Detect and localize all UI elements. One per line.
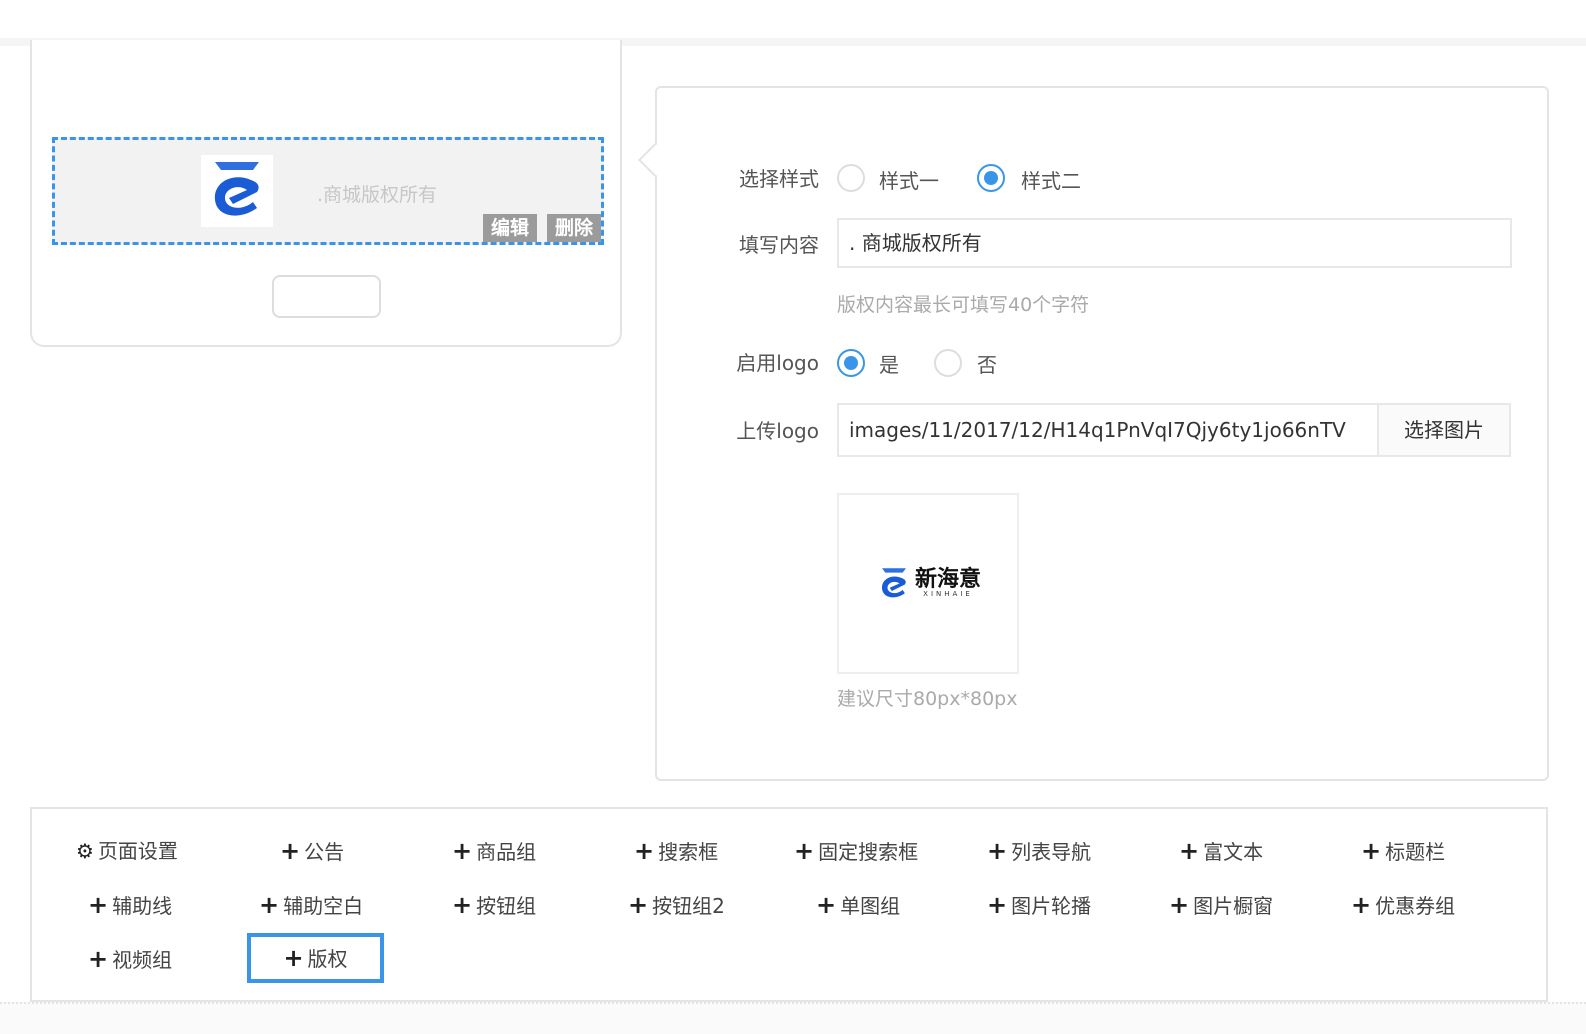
preview-copyright-text: .商城版权所有 [317, 184, 438, 206]
logo-enable-yes[interactable]: 是 [879, 349, 899, 378]
component-image-carousel[interactable]: + 图片轮播 [987, 890, 1091, 920]
brand-logo: 新海意 XINHAIE [875, 565, 981, 603]
settings-panel: 选择样式 样式一 样式二 填写内容 . 商城版权所有 版权内容最长可填写40个字… [638, 86, 1549, 781]
plus-icon: + [1169, 891, 1190, 919]
logo-enable-no[interactable]: 否 [977, 349, 997, 378]
style-option-1[interactable]: 样式一 [879, 165, 939, 194]
style-radio-2[interactable] [977, 164, 1005, 192]
bottom-strip [0, 1002, 1586, 1034]
plus-icon: + [452, 837, 473, 865]
style-label: 选择样式 [739, 167, 819, 191]
brand-logo-small-icon [881, 567, 906, 597]
size-hint-text: 建议尺寸80px*80px [837, 688, 1018, 710]
upload-logo-path-input[interactable]: images/11/2017/12/H14q1PnVqI7Qjy6ty1jo66… [837, 403, 1379, 457]
content-input[interactable]: . 商城版权所有 [837, 218, 1512, 268]
logo-enable-label: 启用logo [736, 351, 819, 375]
component-search-box[interactable]: + 搜索框 [634, 836, 718, 866]
component-rich-text[interactable]: + 富文本 [1179, 836, 1263, 866]
component-bar: ⚙ 页面设置 + 公告 + 商品组 + 搜索框 + 固定搜索框 + 列表导航 + 富文本 + 标… [30, 807, 1548, 1002]
plus-icon: + [628, 891, 649, 919]
copyright-block-preview[interactable]: .商城版权所有 编辑 删除 [52, 137, 604, 245]
logo-thumbnail[interactable]: 新海意 XINHAIE [837, 493, 1019, 674]
component-coupon-group[interactable]: + 优惠券组 [1351, 890, 1455, 920]
component-goods-group[interactable]: + 商品组 [452, 836, 536, 866]
component-image-showcase[interactable]: + 图片橱窗 [1169, 890, 1273, 920]
edit-button[interactable]: 编辑 [482, 214, 537, 242]
plus-icon: + [1351, 891, 1372, 919]
style-radio-1[interactable] [837, 164, 865, 192]
logo-enable-yes-radio[interactable] [837, 349, 865, 377]
phone-preview: .商城版权所有 编辑 删除 [30, 40, 622, 347]
component-button-group-2[interactable]: + 按钮组2 [628, 890, 725, 920]
component-page-settings[interactable]: ⚙ 页面设置 [76, 836, 178, 866]
component-list-nav[interactable]: + 列表导航 [987, 836, 1091, 866]
component-title-bar[interactable]: + 标题栏 [1361, 836, 1445, 866]
plus-icon: + [816, 891, 837, 919]
plus-icon: + [88, 891, 109, 919]
component-copyright[interactable]: + 版权 [247, 933, 384, 983]
logo-enable-no-radio[interactable] [934, 349, 962, 377]
plus-icon: + [794, 837, 815, 865]
content-label: 填写内容 [739, 233, 819, 257]
plus-icon: + [987, 891, 1008, 919]
plus-icon: + [280, 837, 301, 865]
block-actions: 编辑 删除 [482, 214, 601, 242]
plus-icon: + [88, 945, 109, 973]
component-guide-line[interactable]: + 辅助线 [88, 890, 172, 920]
component-video-group[interactable]: + 视频组 [88, 944, 172, 974]
plus-icon: + [452, 891, 473, 919]
gear-icon: ⚙ [76, 839, 94, 863]
plus-icon: + [259, 891, 280, 919]
component-notice[interactable]: + 公告 [280, 836, 344, 866]
plus-icon: + [634, 837, 655, 865]
choose-image-button[interactable]: 选择图片 [1377, 403, 1511, 457]
component-blank-space[interactable]: + 辅助空白 [259, 890, 363, 920]
brand-name: 新海意 [914, 567, 981, 592]
component-single-image-group[interactable]: + 单图组 [816, 890, 900, 920]
phone-home-button [272, 275, 381, 318]
plus-icon: + [1361, 837, 1382, 865]
brand-subname: XINHAIE [923, 590, 973, 598]
plus-icon: + [283, 944, 304, 972]
component-button-group[interactable]: + 按钮组 [452, 890, 536, 920]
component-fixed-search-box[interactable]: + 固定搜索框 [794, 836, 918, 866]
content-help-text: 版权内容最长可填写40个字符 [837, 294, 1090, 316]
preview-logo [201, 155, 273, 227]
upload-logo-label: 上传logo [736, 419, 819, 443]
brand-logo-icon [214, 162, 259, 216]
style-option-2[interactable]: 样式二 [1021, 165, 1081, 194]
plus-icon: + [1179, 837, 1200, 865]
panel-arrow [638, 143, 672, 177]
delete-button[interactable]: 删除 [546, 214, 601, 242]
plus-icon: + [987, 837, 1008, 865]
